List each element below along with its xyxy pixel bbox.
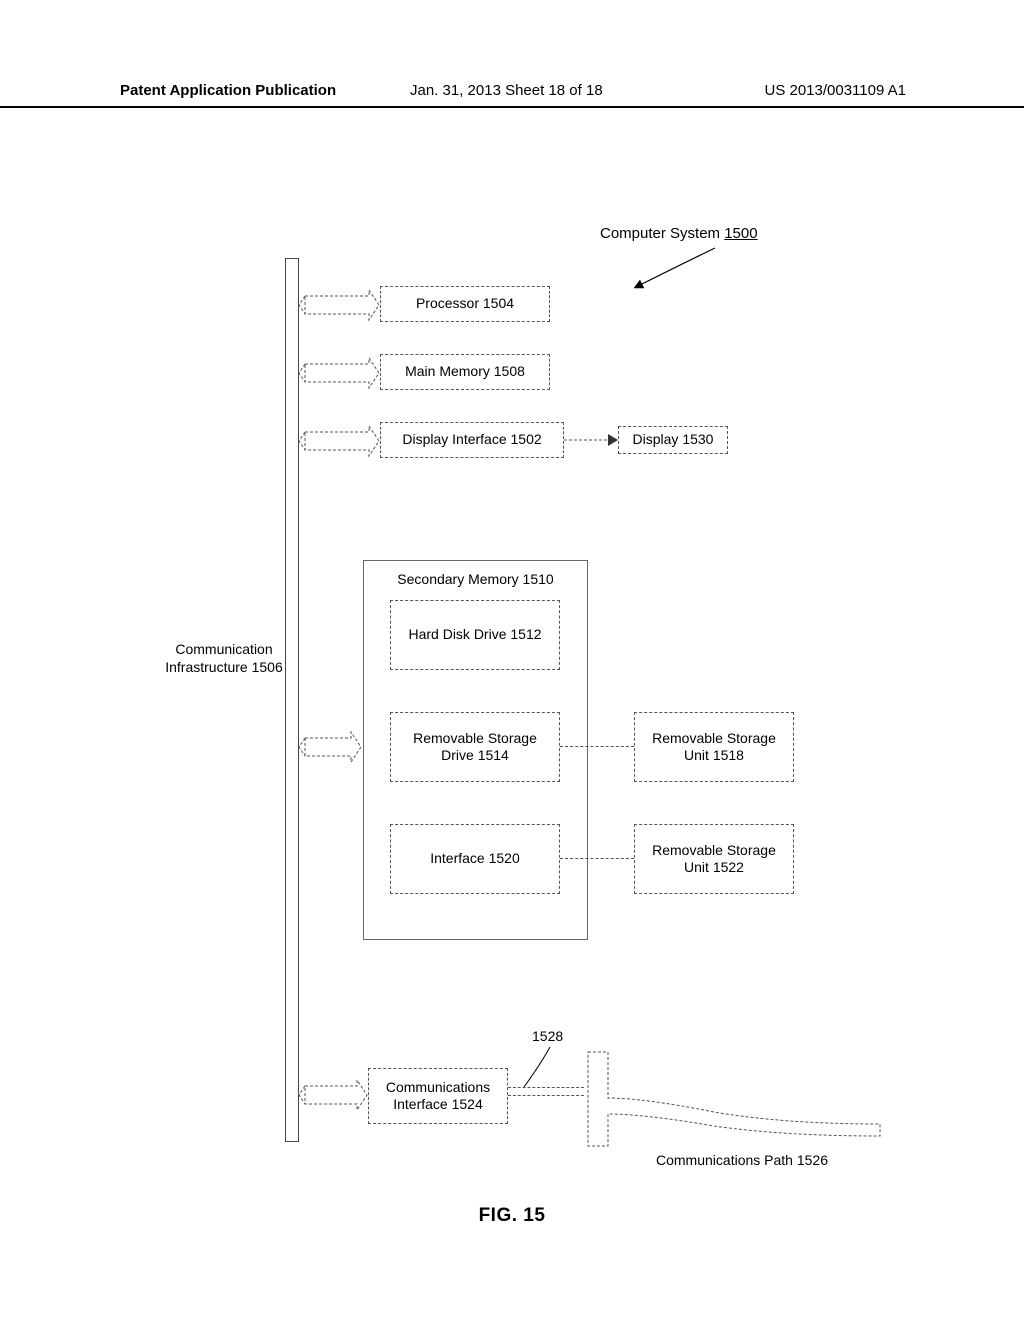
bus-arrow-processor (299, 288, 381, 322)
bus-label: Communication Infrastructure 1506 (164, 640, 284, 676)
removable-storage-unit-1522-box: Removable Storage Unit 1522 (634, 824, 794, 894)
bus-arrow-main-memory (299, 356, 381, 390)
figure-caption: FIG. 15 (0, 1205, 1024, 1227)
link-comm-interface-to-1528 (508, 1087, 584, 1088)
page: Patent Application Publication Jan. 31, … (0, 0, 1024, 1320)
bus-arrow-secondary-memory (299, 730, 363, 764)
bus-rect (285, 258, 299, 1142)
bus-arrow-comm-interface (299, 1078, 369, 1112)
display-box: Display 1530 (618, 426, 728, 454)
display-interface-to-display-arrow (564, 432, 620, 448)
secondary-memory-label: Secondary Memory 1510 (370, 571, 581, 589)
bus-arrow-display-interface (299, 424, 381, 458)
interface-1520-box: Interface 1520 (390, 824, 560, 894)
processor-box: Processor 1504 (380, 286, 550, 322)
removable-storage-drive-box: Removable Storage Drive 1514 (390, 712, 560, 782)
header-left: Patent Application Publication (120, 82, 336, 99)
communications-interface-box: Communications Interface 1524 (368, 1068, 508, 1124)
communications-path-label: Communications Path 1526 (656, 1152, 856, 1168)
main-memory-box: Main Memory 1508 (380, 354, 550, 390)
communications-path-shape (584, 1046, 884, 1151)
link-removable-drive-to-unit-1518 (560, 746, 634, 747)
hard-disk-box: Hard Disk Drive 1512 (390, 600, 560, 670)
header-bar: Patent Application Publication Jan. 31, … (0, 82, 1024, 108)
removable-storage-unit-1518-box: Removable Storage Unit 1518 (634, 712, 794, 782)
header-center: Jan. 31, 2013 Sheet 18 of 18 (410, 82, 603, 99)
display-interface-box: Display Interface 1502 (380, 422, 564, 458)
ref-1528-label: 1528 (532, 1028, 563, 1044)
header-right: US 2013/0031109 A1 (764, 82, 906, 99)
link-interface-1520-to-unit-1522 (560, 858, 634, 859)
system-leader-arrow (600, 240, 740, 290)
diagram-canvas: Computer System 1500 Communication Infra… (0, 110, 1024, 1210)
link-comm-interface-to-1528-b (508, 1095, 584, 1096)
